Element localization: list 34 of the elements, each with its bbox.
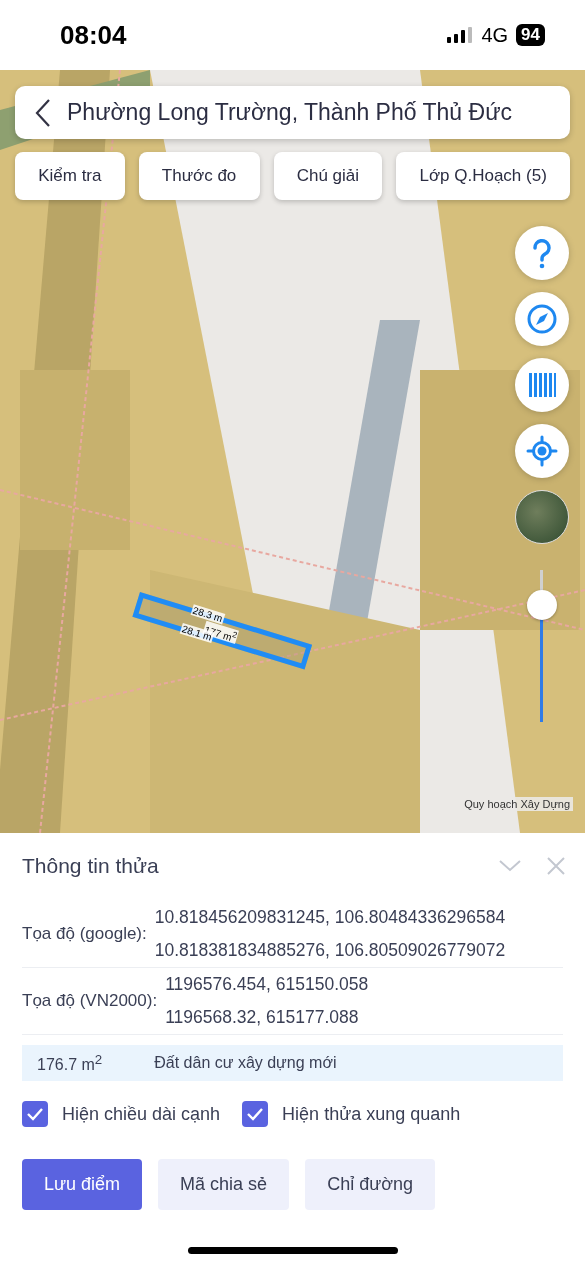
action-button[interactable]: Chỉ đường [305,1159,436,1210]
toolbar-button[interactable]: Chú giải [273,152,383,200]
checkbox[interactable] [242,1101,269,1127]
check-icon [26,1107,44,1121]
location-search-bar[interactable]: Phường Long Trường, Thành Phố Thủ Đức [15,86,570,139]
status-time: 08:04 [60,19,127,51]
land-use-type: Đất dân cư xây dựng mới [154,1054,337,1072]
coordinate-value: 10.818381834885276, 106.80509026779072 [154,940,506,961]
coordinate-value: 1196568.32, 615177.088 [165,1007,360,1028]
toolbar-button[interactable]: Kiểm tra [15,152,125,200]
locate-icon[interactable] [515,424,569,478]
toolbar-button[interactable]: Thước đo [138,152,260,200]
checkbox[interactable] [22,1101,48,1127]
action-button[interactable]: Mã chia sẻ [158,1159,290,1210]
compass-icon[interactable] [515,292,569,346]
coordinate-value: 1196576.454, 615150.058 [165,974,369,995]
checkbox-label: Hiện thửa xung quanh [282,1103,461,1125]
coordinate-value: 10.818456209831245, 106.80484336296584 [154,907,506,928]
action-button[interactable]: Lưu điểm [22,1159,143,1210]
signal-icon [447,27,474,43]
battery-level: 94 [516,24,545,46]
network-label: 4G [481,23,509,47]
back-icon[interactable] [35,97,51,128]
help-icon[interactable] [515,226,569,280]
panel-title: Thông tin thửa [22,854,159,878]
area-value: 176.7 m$^{2}$ [37,1051,103,1075]
barcode-icon[interactable] [515,358,569,412]
checkbox-label: Hiện chiều dài cạnh [62,1103,221,1125]
check-icon [246,1107,265,1121]
toolbar-button[interactable]: Lớp Q.Hoạch (5) [396,152,570,200]
info-label: Tọa độ (VN2000): [22,991,158,1011]
info-label: Tọa độ (google): [22,924,147,944]
location-title: Phường Long Trường, Thành Phố Thủ Đức [67,99,513,126]
map-attribution: Quy hoạch Xây Dựng [461,797,573,811]
